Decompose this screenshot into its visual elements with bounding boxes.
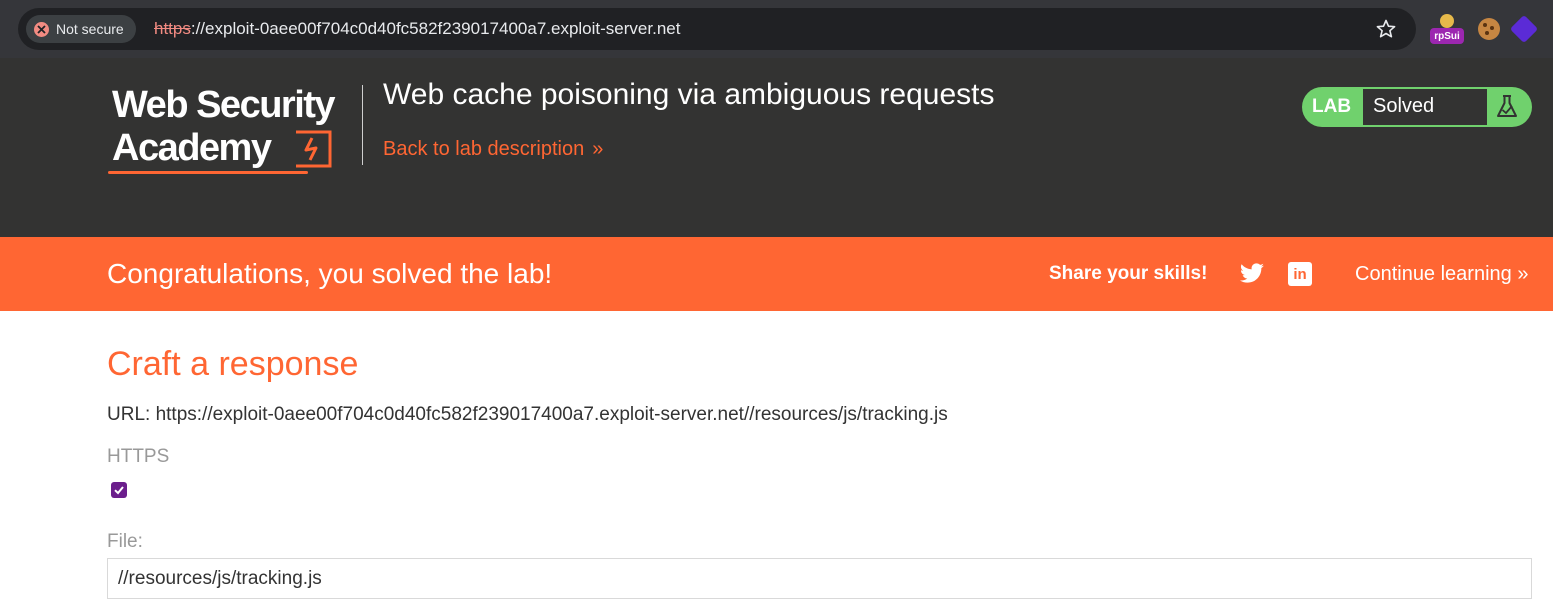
security-indicator[interactable]: Not secure (26, 15, 136, 43)
file-label: File: (107, 531, 143, 552)
url-scheme: https (154, 19, 191, 38)
lab-label: LAB (1312, 96, 1352, 117)
https-checkbox[interactable] (111, 482, 127, 498)
security-label: Not secure (56, 21, 124, 37)
page-title: Craft a response (107, 345, 359, 383)
share-skills-label: Share your skills! (1049, 263, 1208, 284)
cookie-icon[interactable] (1478, 18, 1500, 40)
academy-header: Web Security Academy Web cache poisoning… (0, 58, 1553, 237)
burp-suite-icon[interactable]: rpSui (1430, 14, 1464, 44)
header-divider (362, 85, 363, 165)
chevron-right-icon: » (592, 138, 604, 160)
address-bar[interactable]: Not secure https://exploit-0aee00f704c0d… (18, 8, 1416, 50)
solved-banner: Congratulations, you solved the lab! Sha… (0, 237, 1553, 311)
twitter-icon[interactable] (1239, 262, 1265, 286)
response-url: URL: https://exploit-0aee00f704c0d40fc58… (107, 404, 948, 425)
web-security-academy-logo[interactable]: Web Security Academy (108, 84, 368, 176)
https-label: HTTPS (107, 446, 170, 467)
file-path-input[interactable] (107, 558, 1532, 599)
url-host: ://exploit-0aee00f704c0d40fc582f23901740… (190, 19, 681, 38)
not-secure-icon (34, 21, 49, 37)
continue-label: Continue learning (1355, 263, 1512, 285)
logo-bolt-icon (296, 130, 332, 168)
extensions-area: rpSui (1430, 14, 1539, 44)
chevron-right-icon: » (1517, 263, 1529, 285)
logo-underline (108, 171, 308, 174)
logo-line2: Academy (112, 127, 272, 169)
congrats-message: Congratulations, you solved the lab! (107, 258, 553, 289)
continue-learning-link[interactable]: Continue learning » (1355, 263, 1528, 286)
lab-status-badge: LAB Solved (1302, 87, 1532, 127)
check-icon (114, 486, 124, 495)
back-link-label: Back to lab description (383, 138, 585, 160)
url-text[interactable]: https://exploit-0aee00f704c0d40fc582f239… (154, 19, 680, 39)
flask-icon (1497, 95, 1517, 117)
back-to-lab-link[interactable]: Back to lab description » (383, 138, 603, 161)
lab-title: Web cache poisoning via ambiguous reques… (383, 78, 995, 111)
burp-badge-label: rpSui (1430, 28, 1464, 44)
logo-line1: Web Security (112, 84, 336, 126)
linkedin-icon[interactable]: in (1288, 262, 1312, 286)
lab-status-text: Solved (1363, 89, 1487, 125)
bookmark-star-icon[interactable] (1374, 17, 1398, 41)
main-content: Craft a response URL: https://exploit-0a… (0, 311, 1553, 611)
browser-toolbar: Not secure https://exploit-0aee00f704c0d… (0, 0, 1553, 58)
cube-icon[interactable] (1509, 14, 1539, 44)
